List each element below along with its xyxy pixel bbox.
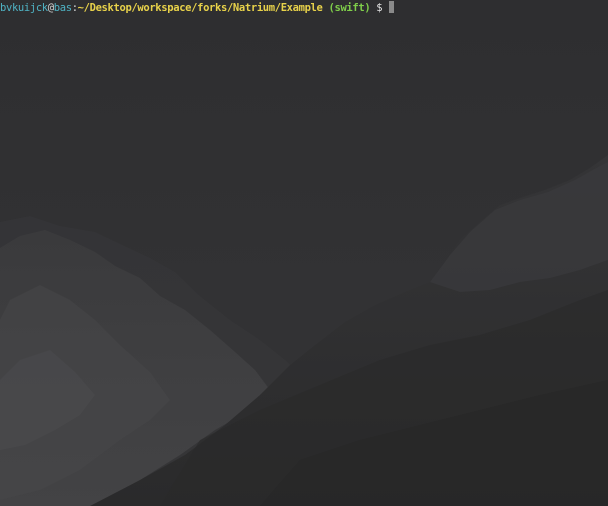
text-cursor	[389, 1, 395, 13]
mountain-wallpaper	[0, 0, 608, 506]
shell-prompt-line[interactable]: bvkuijck@bas:~/Desktop/workspace/forks/N…	[0, 1, 395, 15]
prompt-git-branch: (swift)	[328, 2, 371, 14]
prompt-path: ~/Desktop/workspace/forks/Natrium/Exampl…	[77, 2, 323, 14]
prompt-user: bvkuijck	[0, 2, 48, 14]
prompt-host: bas	[53, 2, 72, 14]
terminal-window[interactable]: bvkuijck@bas:~/Desktop/workspace/forks/N…	[0, 0, 608, 506]
prompt-symbol: $	[376, 2, 383, 14]
